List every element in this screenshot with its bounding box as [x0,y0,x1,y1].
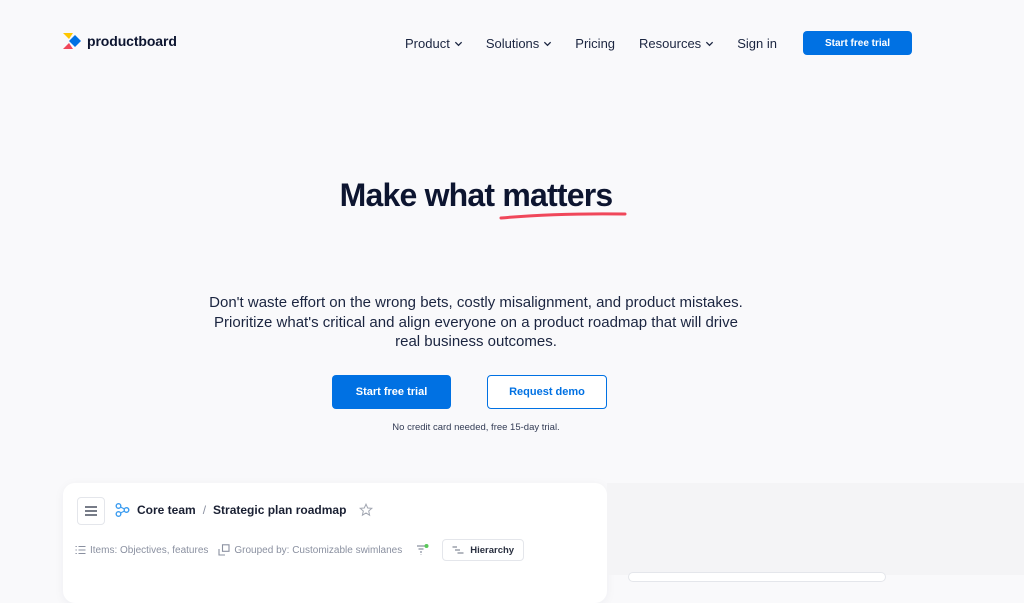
grouped-by-filter[interactable]: Grouped by: Customizable swimlanes [218,544,402,556]
side-preview-card [628,572,886,582]
side-preview-panel [607,483,1024,575]
breadcrumb: Core team / Strategic plan roadmap [115,503,374,517]
nav-item-sign-in[interactable]: Sign in [737,36,777,51]
nav-item-solutions[interactable]: Solutions [486,36,552,51]
chevron-down-icon [454,41,462,47]
brand-logo[interactable]: productboard [63,33,177,49]
nav-item-label: Sign in [737,36,777,51]
group-icon [218,544,230,556]
nav-menu: Product Solutions Pricing Resources Sign… [405,36,777,51]
items-label: Items: Objectives, features [90,544,209,556]
hero-subtitle: Don't waste effort on the wrong bets, co… [209,294,743,350]
star-icon[interactable] [359,503,374,517]
team-icon [115,503,130,517]
filter-icon[interactable] [416,544,430,556]
breadcrumb-page: Strategic plan roadmap [213,503,347,517]
nav-item-label: Resources [639,36,702,51]
top-nav: productboard Product Solutions Pricing R… [0,0,1024,85]
brand-name: productboard [87,33,177,49]
hero-title: Make what matters [339,177,614,213]
grouped-label: Grouped by: Customizable swimlanes [234,544,403,556]
nav-start-trial-button[interactable]: Start free trial [803,31,912,55]
roadmap-meta: Items: Objectives, features Grouped by: … [75,539,525,561]
breadcrumb-separator: / [202,503,207,517]
nav-item-label: Solutions [485,36,540,51]
hamburger-icon [85,506,97,516]
nav-item-label: Product [405,36,450,51]
productboard-logo-icon [63,33,81,49]
list-icon [75,545,86,555]
title-underline-decoration [499,212,627,220]
breadcrumb-team[interactable]: Core team [137,503,196,517]
nav-item-label: Pricing [575,36,616,51]
chevron-down-icon [544,41,552,47]
menu-button[interactable] [77,497,105,525]
request-demo-button[interactable]: Request demo [487,375,607,409]
items-filter[interactable]: Items: Objectives, features [75,545,208,556]
nav-item-pricing[interactable]: Pricing [575,36,615,51]
hierarchy-button[interactable]: Hierarchy [442,539,525,561]
hierarchy-icon [452,546,464,554]
hierarchy-label: Hierarchy [470,544,515,556]
start-free-trial-button[interactable]: Start free trial [332,375,451,409]
trial-note: No credit card needed, free 15-day trial… [392,422,560,433]
nav-item-resources[interactable]: Resources [639,36,714,51]
nav-item-product[interactable]: Product [405,36,463,51]
chevron-down-icon [706,41,714,47]
roadmap-preview-card: Core team / Strategic plan roadmap Items… [63,483,607,603]
